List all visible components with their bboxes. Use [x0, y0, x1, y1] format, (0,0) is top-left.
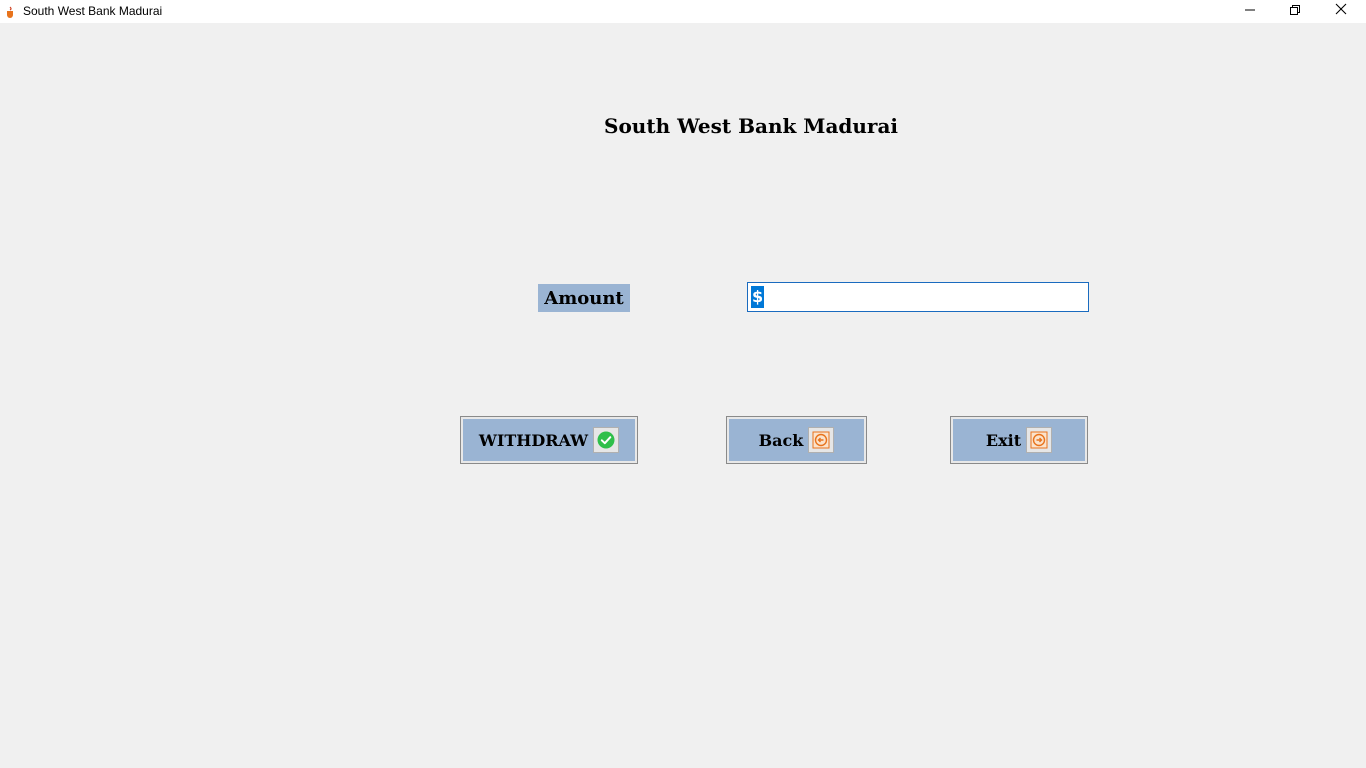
withdraw-button-label: WITHDRAW	[478, 430, 589, 450]
close-button[interactable]	[1318, 0, 1364, 22]
back-arrow-icon	[808, 427, 835, 453]
window-title: South West Bank Madurai	[23, 4, 163, 18]
restore-button[interactable]	[1272, 0, 1318, 22]
restore-icon	[1290, 2, 1300, 20]
close-icon	[1335, 2, 1347, 20]
exit-arrow-icon	[1026, 427, 1053, 453]
withdraw-button[interactable]: WITHDRAW	[460, 416, 638, 464]
back-button-label: Back	[758, 430, 804, 450]
exit-button[interactable]: Exit	[950, 416, 1088, 464]
amount-label: Amount	[538, 284, 630, 312]
back-button[interactable]: Back	[726, 416, 867, 464]
page-title: South West Bank Madurai	[604, 114, 899, 138]
check-icon	[593, 427, 620, 453]
amount-input-value: $	[751, 286, 765, 308]
minimize-button[interactable]	[1227, 0, 1273, 22]
window-titlebar: South West Bank Madurai	[0, 0, 1366, 23]
java-cup-icon	[5, 5, 15, 18]
exit-button-label: Exit	[985, 430, 1022, 450]
amount-input[interactable]: $	[747, 282, 1089, 312]
minimize-icon	[1245, 2, 1255, 20]
